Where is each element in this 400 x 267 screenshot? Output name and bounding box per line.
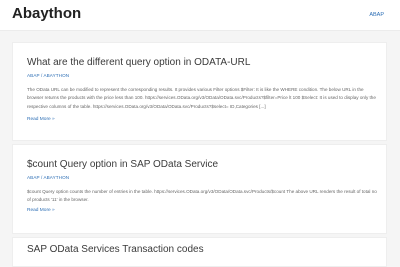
site-title[interactable]: Abaython (12, 5, 81, 22)
post-categories[interactable]: ABAP / ABAYTHON (27, 73, 69, 78)
post-card: SAP OData Services Transaction codes (12, 237, 387, 267)
read-more-link[interactable]: Read More » (27, 117, 55, 122)
post-categories[interactable]: ABAP / ABAYTHON (27, 175, 69, 180)
post-title[interactable]: What are the different query option in O… (27, 57, 250, 68)
post-title[interactable]: $count Query option in SAP OData Service (27, 159, 218, 170)
post-excerpt: The OData URL can be modified to represe… (27, 87, 376, 109)
read-more-link[interactable]: Read More » (27, 208, 55, 213)
site-header: Abaython ABAP (0, 0, 400, 31)
post-card: What are the different query option in O… (12, 42, 387, 141)
post-card: $count Query option in SAP OData Service… (12, 144, 387, 234)
post-excerpt: $count Query option counts the number of… (27, 189, 377, 203)
nav-link-abap[interactable]: ABAP (369, 12, 384, 18)
